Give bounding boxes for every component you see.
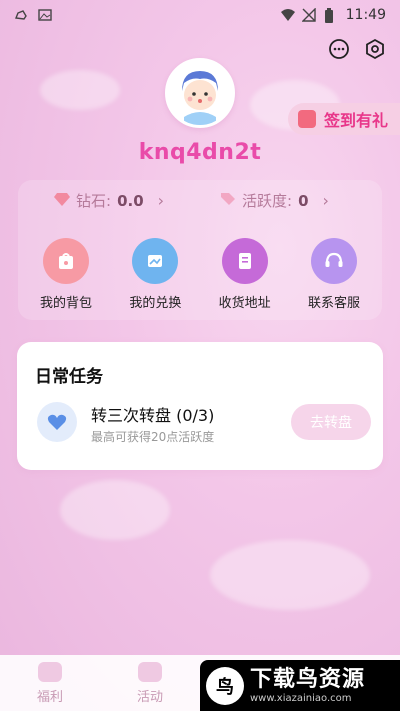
gift-icon bbox=[298, 110, 316, 128]
diamond-value: 0.0 bbox=[117, 191, 144, 210]
top-actions bbox=[328, 38, 386, 60]
backpack-icon bbox=[43, 238, 89, 284]
image-icon bbox=[38, 8, 52, 22]
address-label: 收货地址 bbox=[218, 296, 271, 311]
service-icon bbox=[310, 238, 357, 284]
diamond-label: 钻石: bbox=[76, 192, 112, 210]
bokeh-decor bbox=[60, 480, 170, 540]
heart-icon bbox=[37, 402, 77, 442]
backpack-label: 我的背包 bbox=[39, 296, 92, 311]
task-subtitle: 最高可获得20点活跃度 bbox=[91, 430, 215, 444]
signin-button[interactable]: 签到有礼 bbox=[288, 103, 400, 135]
exchange-button[interactable]: 我的兑换 bbox=[111, 238, 199, 311]
service-label: 联系客服 bbox=[307, 296, 360, 311]
activity-stat[interactable]: 活跃度: 0 › bbox=[220, 190, 329, 211]
address-button[interactable]: 收货地址 bbox=[201, 238, 289, 311]
bokeh-decor bbox=[210, 540, 370, 610]
message-icon[interactable] bbox=[328, 38, 350, 60]
watermark-logo: 鸟 bbox=[206, 666, 244, 705]
watermark-url: www.xiazainiao.com bbox=[250, 692, 352, 704]
nav-label: 福利 bbox=[36, 689, 63, 705]
chevron-right-icon: › bbox=[322, 191, 329, 210]
bokeh-decor bbox=[40, 70, 120, 110]
battery-icon bbox=[324, 8, 338, 23]
go-spin-button[interactable]: 去转盘 bbox=[291, 404, 371, 440]
avatar[interactable] bbox=[165, 58, 235, 128]
tag-icon bbox=[220, 192, 236, 210]
signin-label: 签到有礼 bbox=[324, 111, 389, 130]
status-time: 11:49 bbox=[345, 7, 386, 23]
nav-item-welfare[interactable]: 福利 bbox=[0, 661, 100, 705]
chevron-right-icon: › bbox=[157, 191, 165, 210]
no-signal-icon bbox=[300, 7, 316, 22]
nav-item-activity[interactable]: 活动 bbox=[100, 661, 200, 705]
wifi-icon bbox=[280, 8, 295, 22]
activity-icon bbox=[138, 661, 162, 682]
status-bar: 11:49 bbox=[0, 0, 400, 30]
diamond-icon bbox=[54, 192, 70, 210]
username: knq4dn2t bbox=[138, 140, 262, 165]
address-icon bbox=[221, 238, 268, 284]
activity-value: 0 bbox=[298, 191, 309, 210]
nav-label: 活动 bbox=[136, 689, 163, 705]
cloud-icon bbox=[14, 8, 28, 22]
watermark-title: 下载鸟资源 bbox=[250, 666, 366, 692]
settings-icon[interactable] bbox=[364, 38, 386, 60]
daily-task-card: 日常任务 转三次转盘 (0/3) 最高可获得20点活跃度 去转盘 bbox=[17, 342, 383, 470]
feature-grid: 我的背包 我的兑换 收货地址 联系客服 bbox=[18, 238, 382, 311]
exchange-label: 我的兑换 bbox=[129, 296, 182, 311]
exchange-icon bbox=[132, 238, 179, 284]
activity-label: 活跃度: bbox=[242, 192, 293, 210]
welfare-icon bbox=[38, 661, 62, 682]
backpack-button[interactable]: 我的背包 bbox=[22, 238, 110, 311]
daily-task-title: 日常任务 bbox=[35, 367, 103, 387]
task-title: 转三次转盘 (0/3) bbox=[91, 406, 215, 425]
watermark: 鸟 下载鸟资源 www.xiazainiao.com bbox=[200, 660, 400, 711]
service-button[interactable]: 联系客服 bbox=[290, 238, 378, 311]
diamond-stat[interactable]: 钻石: 0.0 › bbox=[54, 190, 164, 211]
